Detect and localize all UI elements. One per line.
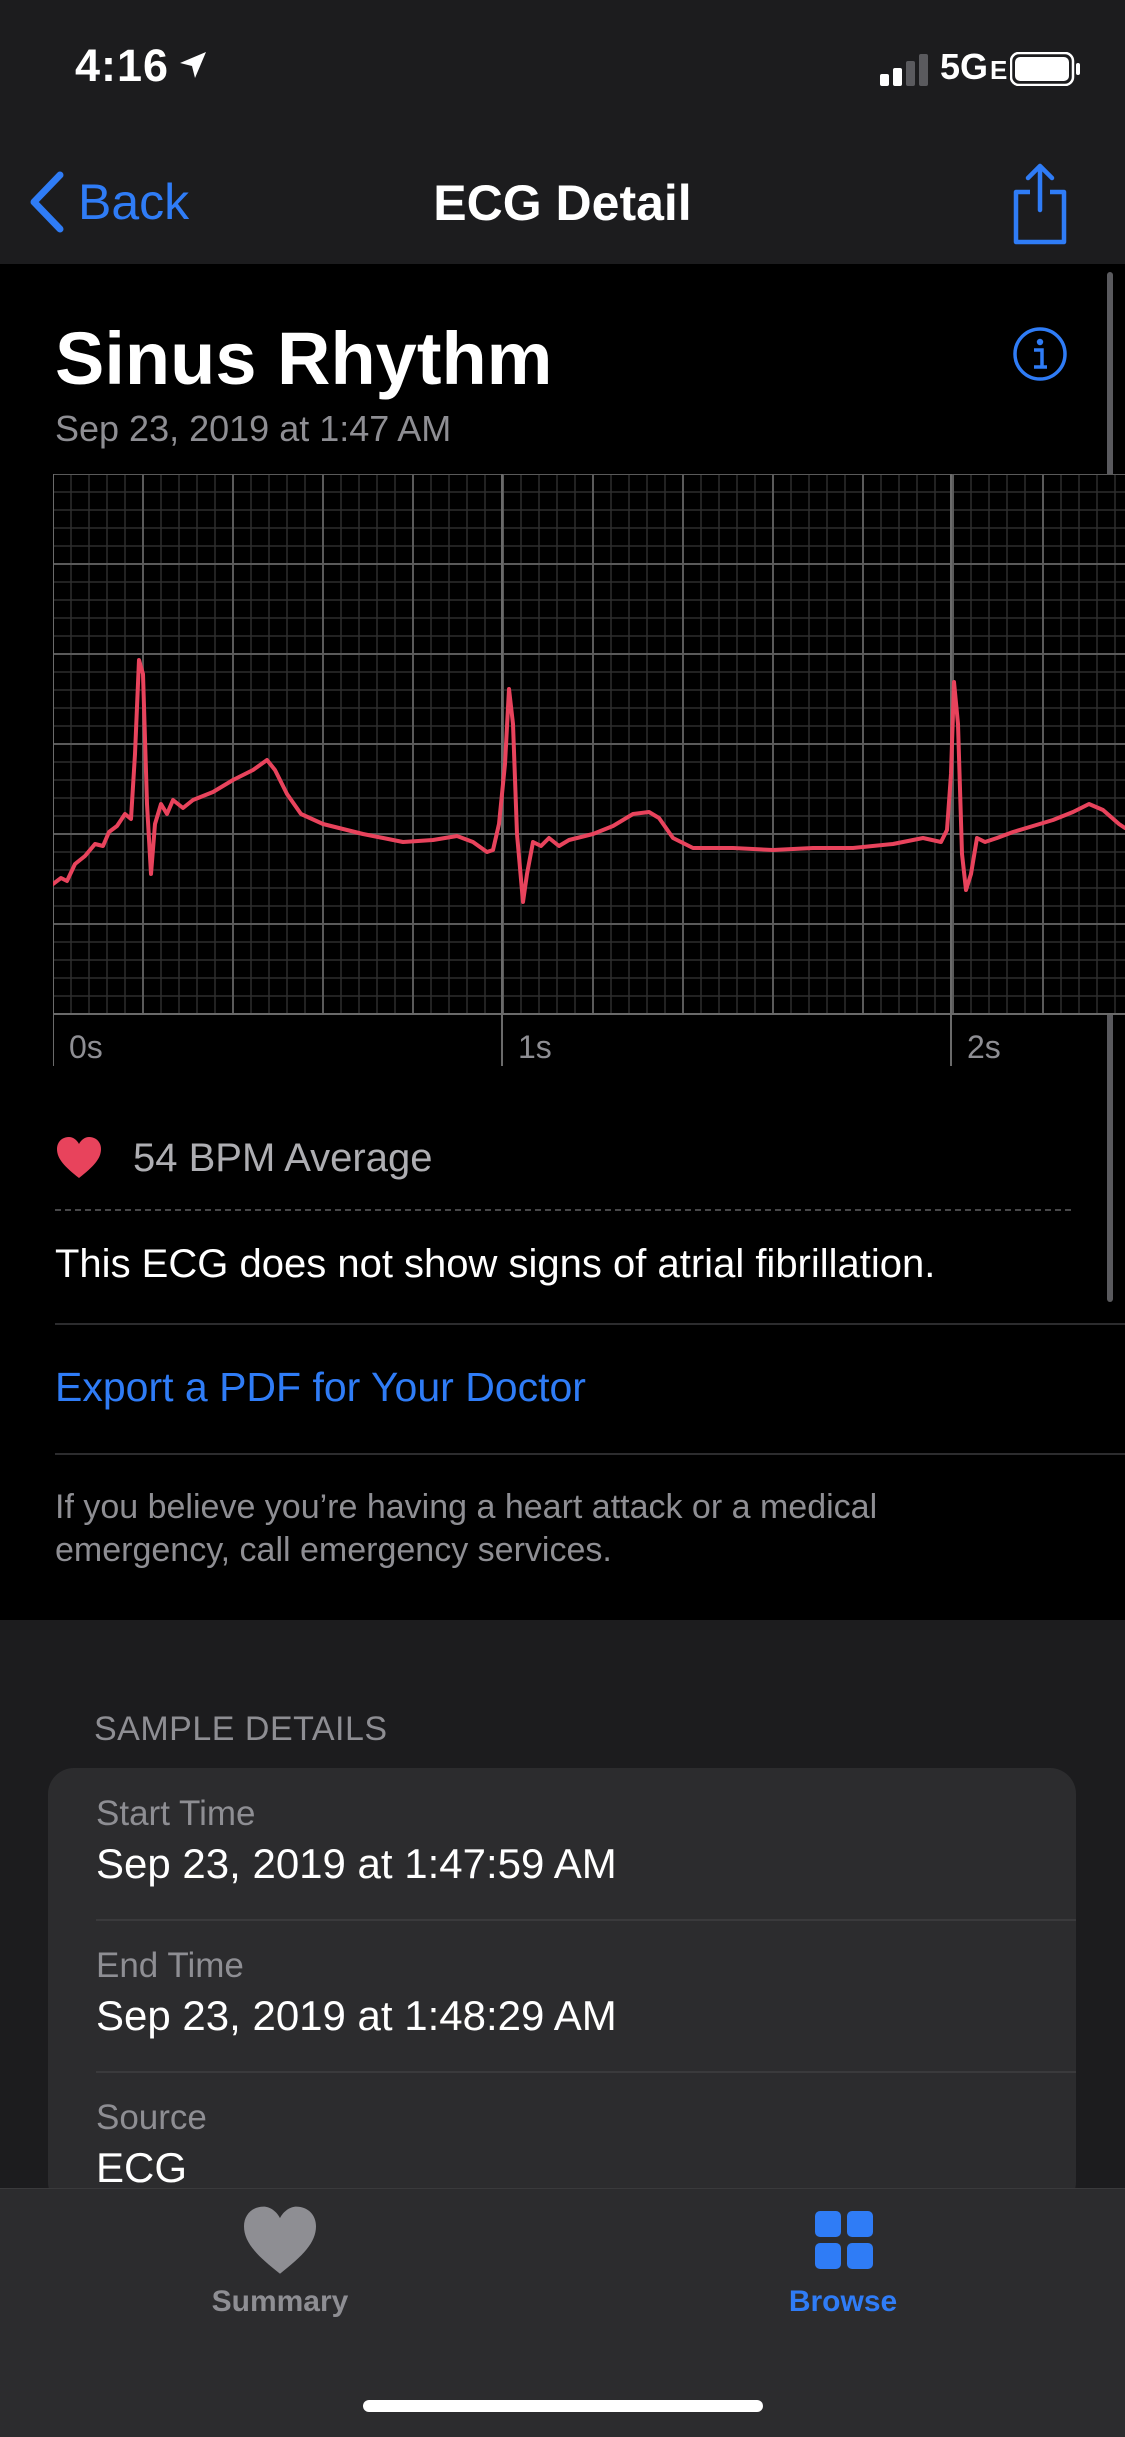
detail-label: Start Time bbox=[96, 1794, 256, 1833]
divider bbox=[55, 1453, 1125, 1455]
detail-row-start-time: Start Time Sep 23, 2019 at 1:47:59 AM bbox=[96, 1768, 1076, 1920]
rhythm-title: Sinus Rhythm bbox=[55, 317, 553, 400]
bpm-average-text: 54 BPM Average bbox=[133, 1135, 433, 1180]
detail-label: Source bbox=[96, 2098, 207, 2137]
recording-date: Sep 23, 2019 at 1:47 AM bbox=[55, 408, 452, 449]
detail-row-end-time: End Time Sep 23, 2019 at 1:48:29 AM bbox=[96, 1920, 1076, 2072]
location-arrow-icon bbox=[180, 52, 206, 78]
tab-browse-label: Browse bbox=[788, 2285, 898, 2318]
tab-summary-label: Summary bbox=[211, 2285, 349, 2318]
home-indicator bbox=[363, 2400, 763, 2412]
time-label-0s: 0s bbox=[69, 1029, 103, 1065]
share-icon[interactable] bbox=[1010, 158, 1070, 248]
bpm-average-row: 54 BPM Average bbox=[55, 1128, 432, 1188]
detail-value: ECG bbox=[96, 2144, 188, 2191]
tab-browse[interactable]: Browse bbox=[693, 2205, 993, 2345]
classification-result: This ECG does not show signs of atrial f… bbox=[55, 1242, 936, 1286]
battery-icon bbox=[1010, 52, 1080, 86]
tab-summary[interactable]: Summary bbox=[130, 2205, 430, 2345]
status-time: 4:16 bbox=[75, 40, 170, 91]
page-title: ECG Detail bbox=[433, 175, 692, 231]
time-label-2s: 2s bbox=[967, 1029, 1001, 1065]
detail-value: Sep 23, 2019 at 1:48:29 AM bbox=[96, 1992, 617, 2039]
navigation-bar: Back ECG Detail bbox=[0, 140, 1125, 264]
divider bbox=[55, 1323, 1125, 1325]
detail-label: End Time bbox=[96, 1946, 244, 1985]
info-icon[interactable] bbox=[1012, 326, 1068, 382]
emergency-warning: If you believe you’re having a heart att… bbox=[55, 1488, 878, 1569]
ecg-waveform-chart: 0s 1s 2s bbox=[53, 474, 1125, 1066]
detail-value: Sep 23, 2019 at 1:47:59 AM bbox=[96, 1840, 617, 1887]
sample-details-header: SAMPLE DETAILS bbox=[94, 1710, 388, 1748]
network-indicator: 5GE bbox=[940, 46, 1008, 87]
grid-icon bbox=[815, 2211, 873, 2269]
divider bbox=[55, 1209, 1071, 1211]
export-pdf-link[interactable]: Export a PDF for Your Doctor bbox=[55, 1364, 586, 1411]
time-label-1s: 1s bbox=[518, 1029, 552, 1065]
sample-details-card: Start Time Sep 23, 2019 at 1:47:59 AM En… bbox=[48, 1768, 1076, 2208]
status-bar: 4:16 5GE bbox=[0, 0, 1125, 140]
signal-strength-icon bbox=[880, 54, 928, 86]
heart-icon bbox=[244, 2206, 316, 2274]
heart-icon bbox=[57, 1137, 101, 1178]
